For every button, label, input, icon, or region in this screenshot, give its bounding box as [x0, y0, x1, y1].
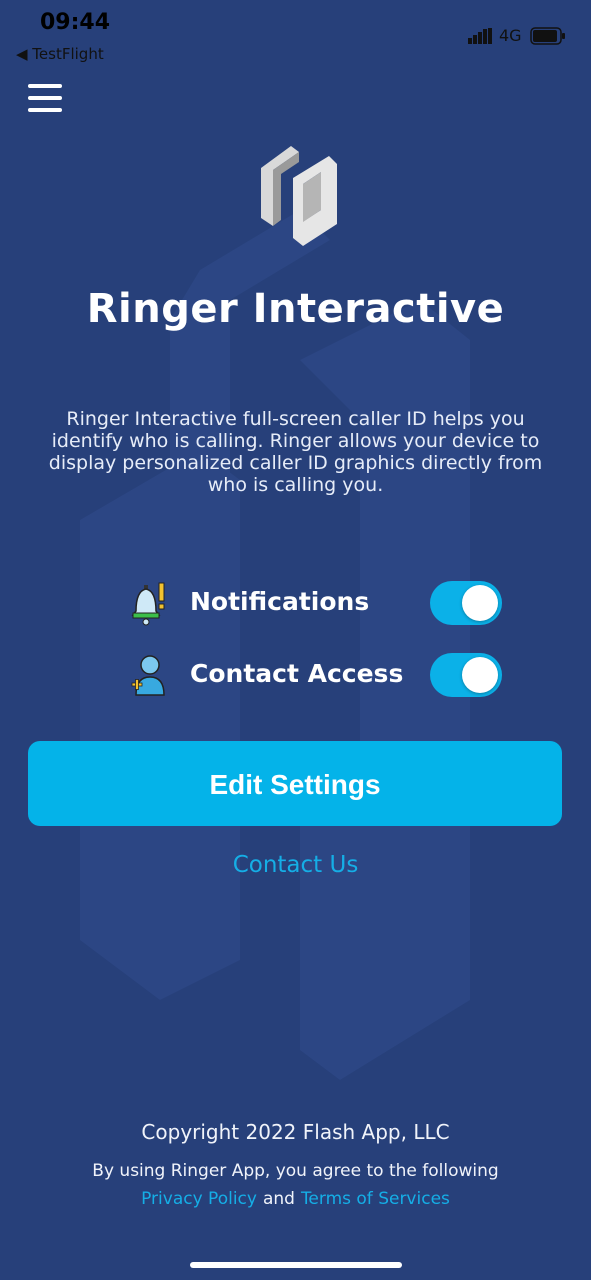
- status-time: 09:44: [40, 10, 111, 35]
- contact-access-toggle[interactable]: [430, 653, 502, 697]
- toggle-knob: [462, 585, 498, 621]
- notifications-toggle[interactable]: [430, 581, 502, 625]
- and-text: and: [262, 1189, 295, 1209]
- notifications-row: Notifications: [128, 581, 508, 631]
- network-type: 4G: [499, 26, 522, 45]
- app-description: Ringer Interactive full-screen caller ID…: [48, 408, 543, 496]
- agreement-text: By using Ringer App, you agree to the fo…: [92, 1161, 499, 1181]
- ringer-logo-icon: [261, 146, 337, 246]
- contact-access-label: Contact Access: [190, 659, 404, 688]
- privacy-policy-link[interactable]: Privacy Policy: [141, 1189, 257, 1209]
- legal-links: Privacy Policy and Terms of Services: [0, 1189, 591, 1209]
- notifications-label: Notifications: [190, 587, 370, 616]
- signal-strength-icon: [468, 28, 492, 44]
- bell-icon: [131, 582, 165, 626]
- terms-of-services-link[interactable]: Terms of Services: [301, 1189, 450, 1209]
- home-indicator[interactable]: [190, 1262, 402, 1268]
- contact-us-link[interactable]: Contact Us: [0, 852, 591, 878]
- add-contact-icon: [131, 655, 165, 696]
- back-to-app-link[interactable]: ◀ TestFlight: [16, 45, 104, 63]
- contact-access-row: Contact Access: [128, 653, 508, 703]
- hamburger-menu-icon: [28, 84, 62, 88]
- status-bar: 09:44 ◀ TestFlight 4G: [0, 0, 591, 70]
- app-title: Ringer Interactive: [86, 286, 505, 332]
- battery-icon: [530, 27, 565, 45]
- menu-button[interactable]: [28, 84, 64, 116]
- edit-settings-button[interactable]: Edit Settings: [28, 741, 562, 826]
- toggle-knob: [462, 657, 498, 693]
- copyright-text: Copyright 2022 Flash App, LLC: [141, 1120, 450, 1144]
